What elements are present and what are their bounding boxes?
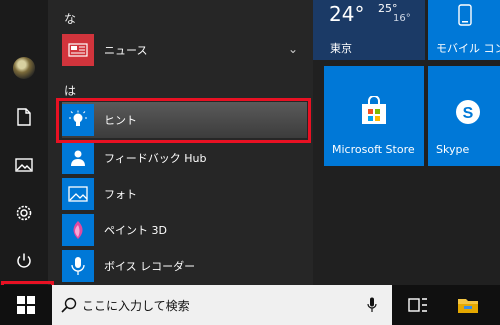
- weather-city: 東京: [330, 42, 352, 55]
- search-placeholder: ここに入力して検索: [82, 298, 190, 313]
- file-explorer-icon: [458, 299, 478, 313]
- app-label: ボイス レコーダー: [104, 260, 196, 273]
- search-box[interactable]: ここに入力して検索: [52, 285, 392, 325]
- news-icon: [68, 43, 88, 57]
- news-tile: [62, 34, 94, 66]
- weather-temperature: 24°: [329, 2, 365, 26]
- app-item-paint-3d[interactable]: ペイント 3D: [62, 212, 307, 248]
- mobile-companion-tile[interactable]: モバイル コン: [428, 0, 500, 60]
- avatar: [13, 57, 35, 79]
- windows-logo-icon: [17, 296, 35, 314]
- microsoft-store-tile[interactable]: Microsoft Store: [324, 66, 424, 166]
- skype-tile[interactable]: S Skype: [428, 66, 500, 166]
- skype-icon: S: [456, 100, 480, 124]
- file-explorer-button[interactable]: [448, 285, 488, 325]
- paint-3d-icon: [73, 221, 83, 239]
- settings-button[interactable]: [0, 193, 48, 233]
- power-button[interactable]: [0, 241, 48, 281]
- phone-icon: [458, 4, 472, 26]
- chevron-down-icon[interactable]: ⌄: [288, 42, 298, 56]
- tile-label: Microsoft Store: [332, 143, 415, 156]
- document-icon: [17, 108, 31, 126]
- taskbar: ここに入力して検索: [0, 285, 500, 325]
- tile-label: Skype: [436, 143, 470, 156]
- feedback-hub-tile: [62, 142, 94, 174]
- start-left-rail: [0, 0, 48, 285]
- power-icon: [17, 253, 31, 268]
- section-header-ha[interactable]: は: [64, 82, 76, 99]
- photos-icon: [68, 186, 88, 202]
- weather-low: 16°: [393, 13, 411, 24]
- weather-tile[interactable]: 24° 25° 16° 東京: [313, 0, 425, 60]
- microsoft-store-icon: [362, 96, 386, 124]
- section-header-na[interactable]: な: [64, 10, 76, 27]
- app-item-news[interactable]: ニュース: [62, 32, 307, 68]
- microphone-icon: [71, 257, 85, 275]
- start-button[interactable]: [0, 285, 52, 325]
- app-item-voice-recorder[interactable]: ボイス レコーダー: [62, 248, 307, 284]
- pictures-button[interactable]: [0, 145, 48, 185]
- app-label: ニュース: [104, 44, 148, 57]
- photos-tile: [62, 178, 94, 210]
- voice-recorder-tile: [62, 250, 94, 282]
- highlight-box-tips: [56, 98, 311, 143]
- task-view-button[interactable]: [398, 285, 438, 325]
- app-label: ペイント 3D: [104, 224, 167, 237]
- svg-text:S: S: [463, 105, 474, 122]
- tile-label: モバイル コン: [436, 42, 500, 55]
- settings-icon: [16, 205, 32, 221]
- paint-3d-tile: [62, 214, 94, 246]
- user-account-button[interactable]: [0, 48, 48, 88]
- microphone-icon[interactable]: [367, 297, 377, 313]
- search-icon: [61, 297, 77, 313]
- app-label: フォト: [104, 188, 137, 201]
- feedback-person-icon: [71, 150, 85, 166]
- documents-button[interactable]: [0, 97, 48, 137]
- task-view-icon: [408, 298, 427, 312]
- app-item-photos[interactable]: フォト: [62, 176, 307, 212]
- app-item-feedback-hub[interactable]: フィードバック Hub: [62, 140, 307, 176]
- pictures-icon: [15, 158, 33, 172]
- app-label: フィードバック Hub: [104, 152, 207, 165]
